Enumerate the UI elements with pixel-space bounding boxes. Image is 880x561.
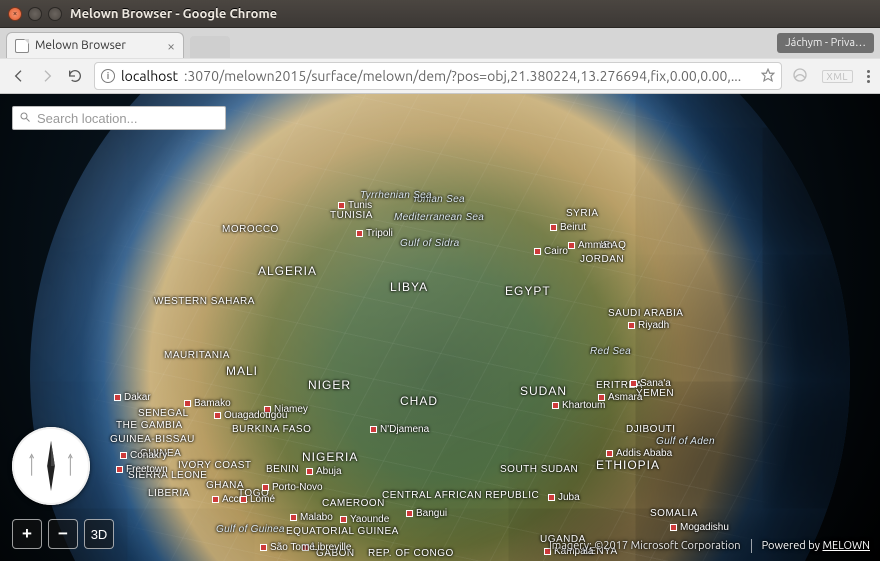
compass-icon [22,437,80,495]
search-icon [19,109,31,127]
powered-by: Powered by MELOWN [762,540,870,552]
tab-close-icon[interactable]: × [167,38,175,54]
window-title: Melown Browser - Google Chrome [70,7,277,21]
bookmark-star-icon[interactable] [761,68,775,85]
file-icon [15,39,29,53]
zoom-out-button[interactable]: − [48,519,78,549]
window-close-button[interactable]: × [8,7,22,21]
search-box[interactable] [12,106,226,130]
url-path: :3070/melown2015/surface/melown/dem/?pos… [184,68,741,84]
attribution: Imagery: ©2017 Microsoft Corporation Pow… [549,539,870,553]
xml-badge-icon[interactable]: XML [822,70,853,83]
reload-button[interactable] [66,67,84,85]
profile-chip[interactable]: Jáchym - Priva… [777,33,874,53]
map-viewport[interactable]: ALGERIALIBYAEGYPTTUNISIASAUDI ARABIAIRAQ… [0,94,880,561]
new-tab-button[interactable] [190,36,230,58]
browser-tab[interactable]: Melown Browser × [6,32,184,58]
extension-icon[interactable] [792,67,808,86]
country-borders [30,94,850,561]
mode-3d-button[interactable]: 3D [84,519,114,549]
window-buttons: × [8,7,62,21]
browser-tabstrip: Melown Browser × Jáchym - Priva… [0,28,880,58]
search-input[interactable] [37,111,219,126]
zoom-controls: + − 3D [12,519,114,549]
globe [30,94,850,561]
window-minimize-button[interactable] [28,7,42,21]
melown-link[interactable]: MELOWN [822,540,870,552]
zoom-in-button[interactable]: + [12,519,42,549]
window-maximize-button[interactable] [48,7,62,21]
site-info-icon[interactable]: i [101,69,115,83]
compass[interactable] [12,427,90,505]
toolbar-right: XML [792,67,870,86]
separator [751,539,752,553]
window-titlebar: × Melown Browser - Google Chrome [0,0,880,28]
browser-toolbar: i localhost :3070/melown2015/surface/melo… [0,58,880,94]
chrome-menu-button[interactable] [867,70,870,83]
back-button[interactable] [10,67,28,85]
url-host: localhost [121,68,178,84]
forward-button[interactable] [38,67,56,85]
tab-title: Melown Browser [35,39,126,52]
address-bar[interactable]: i localhost :3070/melown2015/surface/melo… [94,62,782,90]
imagery-credit: Imagery: ©2017 Microsoft Corporation [549,540,741,552]
